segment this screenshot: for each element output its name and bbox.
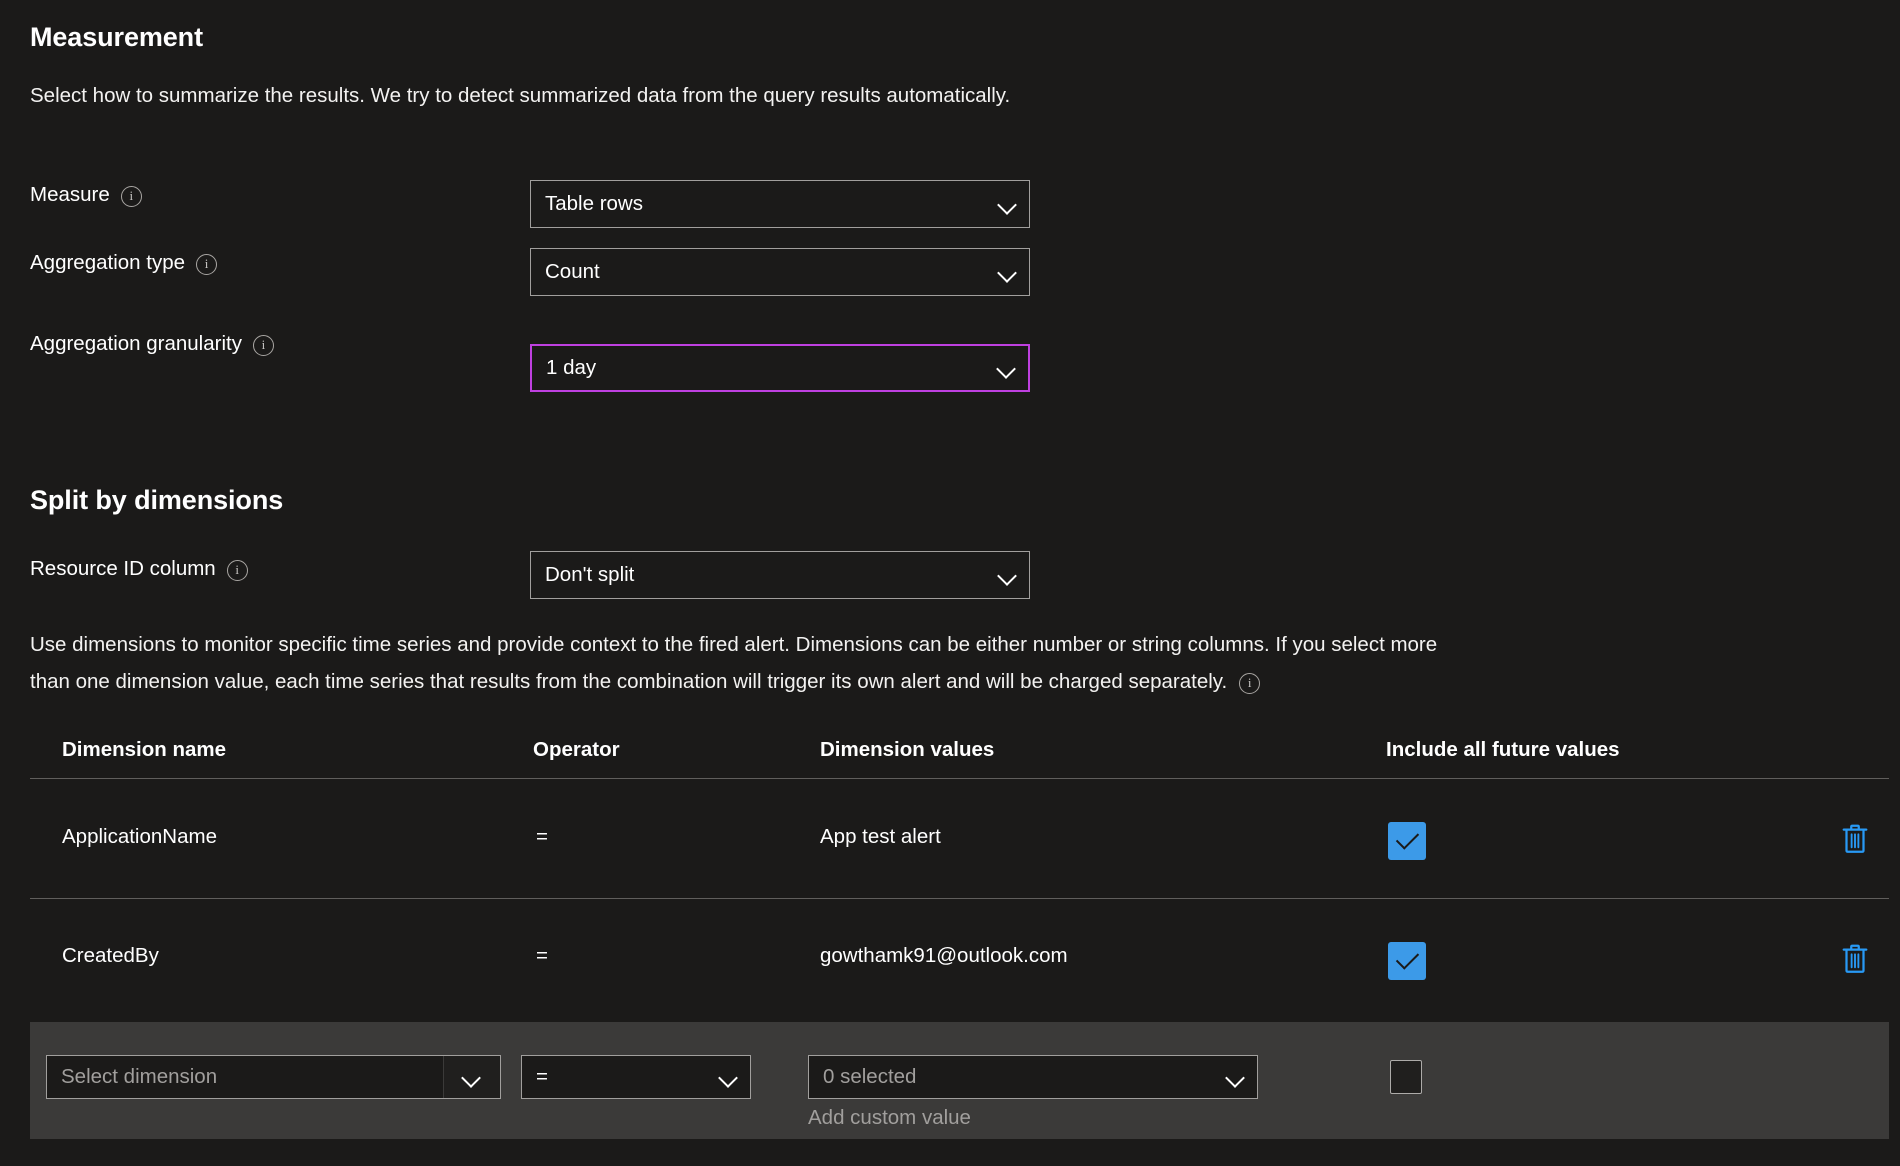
measurement-section-description: Select how to summarize the results. We … <box>30 84 1011 107</box>
new-row-dimension-values-value: 0 selected <box>823 1065 917 1088</box>
measure-dropdown[interactable]: Table rows <box>530 180 1030 228</box>
aggregation-type-dropdown-value: Count <box>545 260 600 283</box>
select-dimension-dropdown[interactable]: Select dimension <box>46 1055 501 1099</box>
info-icon[interactable]: i <box>196 253 218 275</box>
table-row: ApplicationName <box>62 825 217 848</box>
info-icon[interactable]: i <box>252 334 274 356</box>
table-row: CreatedBy <box>62 944 159 967</box>
column-header-dimension-values: Dimension values <box>820 738 995 761</box>
measure-label-text: Measure <box>30 183 110 206</box>
trash-icon <box>1842 824 1868 853</box>
info-icon[interactable]: i <box>226 559 248 581</box>
column-header-include-all-future-values: Include all future values <box>1386 738 1620 761</box>
row-dimension-values: gowthamk91@outlook.com <box>820 944 1068 967</box>
select-dimension-expand-button[interactable] <box>443 1056 500 1098</box>
aggregation-type-dropdown[interactable]: Count <box>530 248 1030 296</box>
chevron-down-icon <box>997 569 1019 582</box>
aggregation-type-label-text: Aggregation type <box>30 251 186 274</box>
new-row-include-all-future-values-checkbox[interactable] <box>1390 1060 1422 1094</box>
new-row-dimension-values-dropdown[interactable]: 0 selected <box>808 1055 1258 1099</box>
aggregation-granularity-label: Aggregation granularity i <box>30 330 274 358</box>
aggregation-granularity-dropdown-value: 1 day <box>546 356 597 379</box>
row-operator: = <box>536 944 548 967</box>
check-icon <box>1395 946 1419 970</box>
table-header-divider <box>30 778 1889 779</box>
select-dimension-value: Select dimension <box>61 1065 218 1088</box>
info-icon[interactable]: i <box>1239 672 1261 694</box>
resource-id-column-label-text: Resource ID column <box>30 557 216 580</box>
check-icon <box>1395 826 1419 850</box>
column-header-dimension-name: Dimension name <box>62 738 227 761</box>
chevron-down-icon <box>1225 1071 1247 1084</box>
measure-dropdown-value: Table rows <box>545 192 643 215</box>
include-all-future-values-checkbox[interactable] <box>1388 822 1426 860</box>
measure-label: Measure i <box>30 181 142 209</box>
delete-row-button[interactable] <box>1840 822 1870 856</box>
dimensions-description-line-2: than one dimension value, each time seri… <box>30 670 1228 693</box>
alert-rule-condition-page: Measurement Select how to summarize the … <box>0 0 1900 1166</box>
column-header-operator: Operator <box>533 738 620 761</box>
include-all-future-values-checkbox[interactable] <box>1388 942 1426 980</box>
resource-id-column-label: Resource ID column i <box>30 555 248 583</box>
table-row-divider <box>30 898 1889 899</box>
add-custom-value-link[interactable]: Add custom value <box>808 1106 971 1130</box>
aggregation-granularity-dropdown[interactable]: 1 day <box>530 344 1030 392</box>
aggregation-granularity-label-text: Aggregation granularity <box>30 332 242 355</box>
new-row-operator-value: = <box>536 1065 548 1088</box>
row-operator: = <box>536 825 548 848</box>
dimensions-description-line-2-row: than one dimension value, each time seri… <box>30 670 1261 694</box>
new-row-operator-dropdown[interactable]: = <box>521 1055 751 1099</box>
measurement-section-title: Measurement <box>30 22 203 52</box>
resource-id-column-dropdown[interactable]: Don't split <box>530 551 1030 599</box>
row-dimension-values: App test alert <box>820 825 941 848</box>
info-icon[interactable]: i <box>120 185 142 207</box>
chevron-down-icon <box>996 362 1018 375</box>
chevron-down-icon <box>997 266 1019 279</box>
resource-id-column-dropdown-value: Don't split <box>545 563 635 586</box>
chevron-down-icon <box>461 1071 483 1084</box>
aggregation-type-label: Aggregation type i <box>30 249 218 277</box>
split-by-dimensions-section-title: Split by dimensions <box>30 485 284 515</box>
chevron-down-icon <box>997 198 1019 211</box>
dimensions-description-line-1: Use dimensions to monitor specific time … <box>30 633 1438 656</box>
trash-icon <box>1842 944 1868 973</box>
delete-row-button[interactable] <box>1840 942 1870 976</box>
chevron-down-icon <box>718 1071 740 1084</box>
